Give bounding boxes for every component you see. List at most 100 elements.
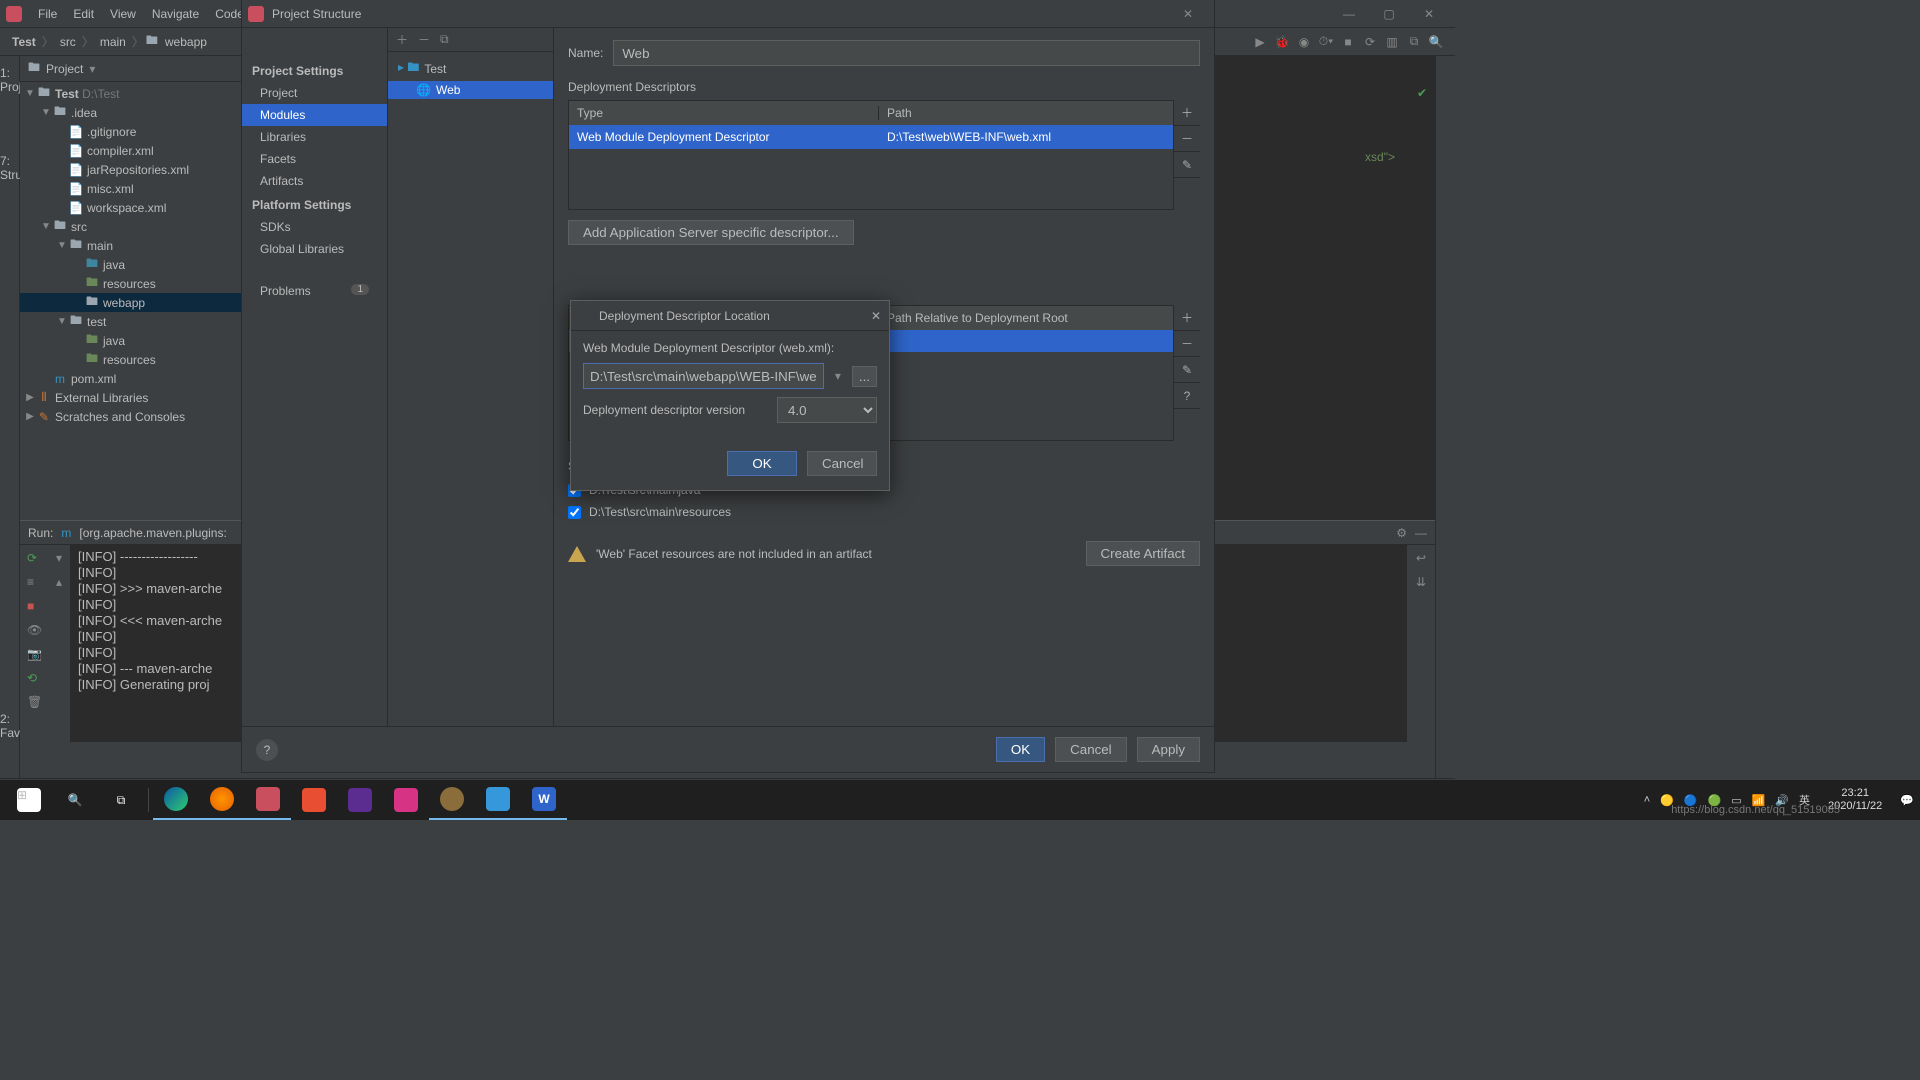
scroll-icon[interactable]: ⇊ [1416,575,1426,589]
dialog-close-icon[interactable]: ✕ [1168,7,1208,21]
deployment-descriptors-table[interactable]: Type Path Web Module Deployment Descript… [568,100,1174,210]
soft-wrap-icon[interactable]: ↩ [1416,551,1426,565]
minimize-icon[interactable]: — [1329,7,1369,21]
remove-icon[interactable]: － [418,31,430,48]
edit-descriptor-icon[interactable]: ✎ [1174,152,1200,178]
menu-file[interactable]: File [30,7,65,21]
taskbar-edge[interactable] [153,780,199,820]
rerun-icon[interactable]: ⟳ [27,551,41,565]
dialog-apply-button[interactable]: Apply [1137,737,1200,762]
cat-global-libraries[interactable]: Global Libraries [242,238,387,260]
help-icon[interactable]: ? [256,739,278,761]
version-select[interactable]: 4.0 [777,397,877,423]
dialog-cancel-button[interactable]: Cancel [1055,737,1127,762]
deploy-icon[interactable]: ▥ [1381,35,1403,49]
breadcrumb-project[interactable]: Test [8,35,40,49]
tray-chevron-icon[interactable]: ˄ [1644,794,1650,806]
tree-src[interactable]: src [71,220,87,234]
add-server-descriptor-button[interactable]: Add Application Server specific descript… [568,220,854,245]
collapse-icon[interactable]: ▾ [56,551,62,565]
tree-test-resources[interactable]: resources [103,353,156,367]
cat-libraries[interactable]: Libraries [242,126,387,148]
dialog-ok-button[interactable]: OK [996,737,1045,762]
tree-java[interactable]: java [103,258,125,272]
facet-name-input[interactable] [613,40,1200,66]
copy-icon[interactable]: ⧉ [440,32,449,47]
tree-resources[interactable]: resources [103,277,156,291]
coverage-icon[interactable]: ◉ [1293,35,1315,49]
tree-pom[interactable]: pom.xml [71,372,116,386]
tree-webapp[interactable]: webapp [103,296,145,310]
tree-test-java[interactable]: java [103,334,125,348]
taskbar-firefox[interactable] [199,780,245,820]
descriptor-path-input[interactable] [583,363,824,389]
source-root-row[interactable]: D:\Test\src\main\resources [568,501,1200,523]
chevron-down-icon[interactable]: ▾ [89,62,95,76]
cat-sdks[interactable]: SDKs [242,216,387,238]
cat-project[interactable]: Project [242,82,387,104]
create-artifact-button[interactable]: Create Artifact [1086,541,1200,566]
start-button[interactable]: ⊞ [6,780,52,820]
notifications-icon[interactable]: 💬 [1900,794,1914,807]
run-icon[interactable]: ▶ [1249,35,1271,49]
profiler-icon[interactable]: ⏱▾ [1315,34,1337,49]
task-view-button[interactable]: ⧉ [98,780,144,820]
cat-facets[interactable]: Facets [242,148,387,170]
stop-icon[interactable]: ■ [27,599,41,613]
minimize-icon[interactable]: — [1415,526,1427,540]
taskbar-app3[interactable] [429,780,475,820]
tree-scratches[interactable]: Scratches and Consoles [55,410,185,424]
tree-idea[interactable]: .idea [71,106,97,120]
tree-test[interactable]: test [87,315,106,329]
taskbar-intellij[interactable] [245,780,291,820]
remove-webres-icon[interactable]: － [1174,331,1200,357]
tree-file[interactable]: .gitignore [87,125,136,139]
cat-problems[interactable]: Problems1 [242,280,387,302]
structure-icon[interactable]: ⧉ [1403,34,1425,49]
edit-webres-icon[interactable]: ✎ [1174,357,1200,383]
browse-button[interactable]: ... [852,366,877,387]
tree-main[interactable]: main [87,239,113,253]
menu-view[interactable]: View [102,7,144,21]
cat-modules[interactable]: Modules [242,104,387,126]
debug-icon[interactable]: 🐞 [1271,35,1293,49]
sync-icon[interactable]: ⟲ [27,671,41,685]
tree-root[interactable]: Test [55,87,79,101]
remove-descriptor-icon[interactable]: － [1174,126,1200,152]
breadcrumb-main[interactable]: main [96,35,130,49]
project-tree[interactable]: ▼🖿Test D:\Test ▼🖿.idea 📄.gitignore 📄comp… [20,82,241,520]
inner-ok-button[interactable]: OK [727,451,797,476]
inner-cancel-button[interactable]: Cancel [807,451,877,476]
help-webres-icon[interactable]: ? [1174,383,1200,409]
taskbar-app2[interactable] [383,780,429,820]
tool-structure[interactable]: 7: Structure [0,154,19,182]
inner-close-icon[interactable]: ✕ [871,309,881,323]
search-button[interactable]: 🔍 [52,780,98,820]
tree-file[interactable]: compiler.xml [87,144,154,158]
camera-icon[interactable]: 📷 [27,647,41,661]
breadcrumb-leaf[interactable]: webapp [161,35,211,49]
stop-icon[interactable]: ■ [1337,35,1359,49]
maximize-icon[interactable]: ▢ [1369,7,1409,21]
trash-icon[interactable]: 🗑 [27,695,41,709]
tool-project[interactable]: 1: Project [0,66,19,94]
watch-icon[interactable]: 👁 [27,623,41,637]
tree-file[interactable]: misc.xml [87,182,134,196]
add-descriptor-icon[interactable]: ＋ [1174,100,1200,126]
breadcrumb-src[interactable]: src [56,35,80,49]
close-icon[interactable]: ✕ [1409,7,1449,21]
tree-file[interactable]: workspace.xml [87,201,166,215]
taskbar-app[interactable] [291,780,337,820]
menu-edit[interactable]: Edit [65,7,102,21]
facet-web[interactable]: 🌐Web [388,81,553,99]
filter-icon[interactable]: ≡ [27,575,41,589]
taskbar-vs[interactable] [337,780,383,820]
tree-ext-lib[interactable]: External Libraries [55,391,148,405]
tree-file[interactable]: jarRepositories.xml [87,163,189,177]
cat-artifacts[interactable]: Artifacts [242,170,387,192]
search-icon[interactable]: 🔍 [1425,35,1447,49]
update-icon[interactable]: ⟳ [1359,35,1381,49]
gear-icon[interactable]: ⚙ [1396,526,1407,540]
taskbar-app4[interactable] [475,780,521,820]
chevron-down-icon[interactable]: ▾ [832,369,844,383]
